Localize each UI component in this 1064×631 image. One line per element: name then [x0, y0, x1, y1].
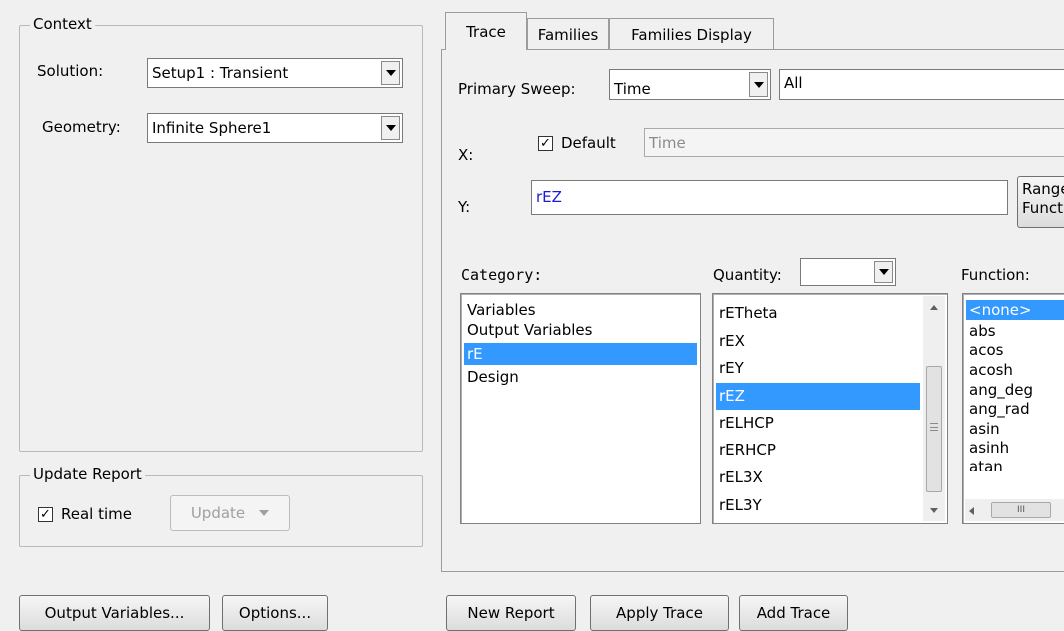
category-list[interactable]: Variables Output Variables rE Design	[460, 293, 701, 524]
list-item[interactable]: ang_deg	[966, 380, 1064, 400]
y-label: Y:	[458, 198, 471, 216]
tab-families-display[interactable]: Families Display	[609, 18, 774, 50]
geometry-value: Infinite Sphere1	[152, 119, 272, 137]
primary-sweep-value: Time	[614, 80, 651, 98]
function-list[interactable]: <none> abs acos acosh ang_deg ang_rad as…	[962, 293, 1064, 524]
list-item[interactable]: rEL3Y	[716, 494, 920, 516]
chevron-down-icon[interactable]	[381, 116, 400, 140]
list-item[interactable]: rEL3X	[716, 466, 920, 488]
quantity-list[interactable]: rETheta rEX rEY rEZ rELHCP rERHCP rEL3X …	[712, 293, 948, 524]
primary-sweep-range-value: All	[784, 74, 803, 92]
list-item[interactable]: rERHCP	[716, 439, 920, 461]
list-item-selected[interactable]: rEZ	[716, 383, 920, 410]
list-item-selected[interactable]: <none>	[966, 300, 1064, 320]
context-group-title: Context	[30, 16, 95, 33]
list-item[interactable]: asinh	[966, 438, 1064, 458]
output-variables-button[interactable]: Output Variables...	[19, 595, 210, 631]
scroll-up-icon[interactable]	[923, 296, 945, 318]
list-item[interactable]: rEY	[716, 357, 920, 379]
scroll-down-icon[interactable]	[923, 499, 945, 521]
function-label: Function:	[961, 266, 1030, 284]
solution-dropdown[interactable]: Setup1 : Transient	[147, 58, 403, 88]
context-group	[19, 25, 423, 452]
realtime-checkbox[interactable]: ✓ Real time	[38, 505, 132, 523]
tab-families-label: Families	[537, 25, 599, 44]
y-expression-value: rEZ	[536, 188, 562, 206]
x-expression-value: Time	[649, 133, 686, 152]
list-item[interactable]: asin	[966, 419, 1064, 439]
solution-value: Setup1 : Transient	[152, 64, 289, 82]
list-item[interactable]: rETheta	[716, 302, 920, 324]
x-default-checkbox[interactable]: ✓ Default	[538, 134, 616, 152]
scroll-left-icon[interactable]	[969, 507, 974, 515]
scrollbar-thumb[interactable]: III	[991, 502, 1051, 518]
quantity-label: Quantity:	[713, 266, 782, 284]
list-item[interactable]: acos	[966, 340, 1064, 360]
list-item[interactable]: Variables	[464, 300, 697, 320]
tab-families-display-label: Families Display	[631, 25, 752, 44]
apply-trace-button[interactable]: Apply Trace	[590, 595, 729, 631]
options-label: Options...	[238, 604, 312, 622]
range-function-button[interactable]: Range Function	[1017, 176, 1064, 228]
primary-sweep-label: Primary Sweep:	[458, 80, 576, 98]
output-variables-label: Output Variables...	[44, 604, 185, 622]
list-item-selected[interactable]: rE	[464, 343, 697, 365]
quantity-filter-dropdown[interactable]	[800, 258, 896, 286]
x-default-label: Default	[561, 134, 616, 152]
geometry-label: Geometry:	[42, 118, 121, 136]
x-label: X:	[458, 146, 474, 164]
chevron-down-icon	[259, 510, 270, 516]
grip-icon	[930, 423, 938, 431]
new-report-button[interactable]: New Report	[446, 595, 576, 631]
primary-sweep-dropdown[interactable]: Time	[609, 69, 771, 100]
checkmark-icon[interactable]: ✓	[38, 506, 53, 522]
range-function-line2: Function	[1022, 199, 1064, 217]
tab-trace-label: Trace	[466, 22, 506, 41]
list-item[interactable]: Design	[464, 367, 697, 387]
range-function-line1: Range	[1022, 180, 1064, 198]
tab-families[interactable]: Families	[527, 18, 609, 50]
quantity-scrollbar[interactable]	[923, 296, 945, 521]
list-item[interactable]: rELHCP	[716, 412, 920, 434]
new-report-label: New Report	[467, 604, 555, 622]
list-item[interactable]: acosh	[966, 360, 1064, 380]
chevron-down-icon[interactable]	[749, 72, 768, 97]
list-item[interactable]: abs	[966, 321, 1064, 341]
list-item[interactable]: Output Variables	[464, 320, 697, 340]
add-trace-label: Add Trace	[756, 604, 831, 622]
solution-label: Solution:	[37, 62, 104, 80]
function-hscrollbar[interactable]: III	[965, 499, 1064, 521]
list-item[interactable]: atan	[966, 457, 1064, 471]
options-button[interactable]: Options...	[222, 595, 328, 631]
category-label: Category:	[461, 266, 543, 284]
apply-trace-label: Apply Trace	[616, 604, 703, 622]
update-button[interactable]: Update	[170, 495, 290, 531]
y-expression-field[interactable]: rEZ	[531, 180, 1008, 215]
chevron-down-icon[interactable]	[381, 61, 400, 85]
list-item[interactable]: rEX	[716, 330, 920, 352]
update-report-title: Update Report	[30, 466, 145, 483]
checkmark-icon[interactable]: ✓	[538, 135, 553, 151]
update-button-label: Update	[190, 504, 246, 522]
grip-icon: III	[1017, 505, 1025, 515]
realtime-label: Real time	[61, 505, 132, 523]
add-trace-button[interactable]: Add Trace	[739, 595, 848, 631]
primary-sweep-range-field[interactable]: All	[779, 69, 1064, 100]
list-item[interactable]: ang_rad	[966, 399, 1064, 419]
scrollbar-thumb[interactable]	[926, 366, 942, 492]
x-expression-field[interactable]: Time	[644, 128, 1064, 157]
chevron-down-icon[interactable]	[874, 261, 893, 283]
tab-trace[interactable]: Trace	[445, 12, 527, 50]
geometry-dropdown[interactable]: Infinite Sphere1	[147, 113, 403, 143]
